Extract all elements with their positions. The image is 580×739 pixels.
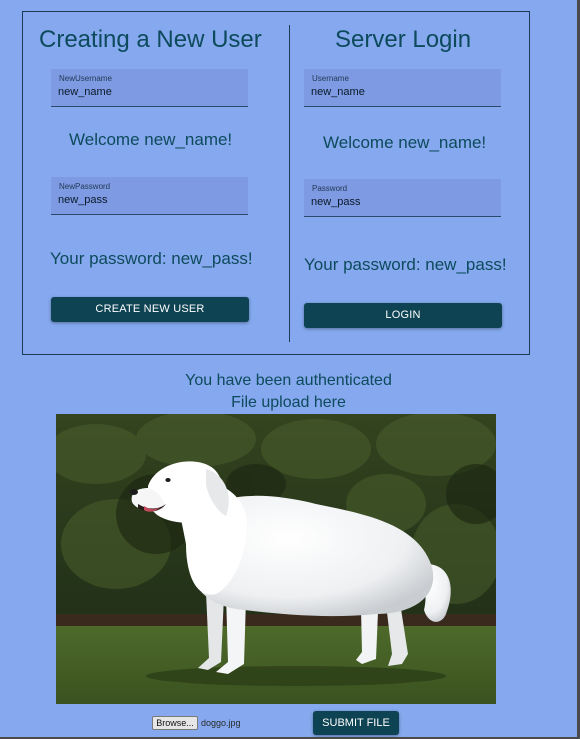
- username-label: Username: [312, 74, 349, 83]
- page-background: Creating a New User NewUsername Welcome …: [0, 0, 577, 737]
- new-password-field[interactable]: NewPassword: [51, 177, 248, 215]
- uploaded-dog-image: [56, 414, 496, 704]
- server-login-title: Server Login: [335, 26, 472, 53]
- selected-file-name: doggo.jpg: [201, 718, 241, 728]
- create-user-title: Creating a New User: [39, 26, 262, 53]
- password-input[interactable]: [311, 196, 491, 208]
- submit-file-button[interactable]: SUBMIT FILE: [313, 711, 399, 735]
- new-password-label: NewPassword: [59, 182, 111, 191]
- new-username-label: NewUsername: [59, 74, 112, 83]
- login-welcome-message: Welcome new_name!: [323, 133, 487, 152]
- auth-status-message: You have been authenticated: [185, 372, 392, 389]
- browse-button[interactable]: Browse...: [152, 716, 198, 730]
- login-password-message: Your password: new_pass!: [304, 255, 507, 274]
- new-username-field[interactable]: NewUsername: [51, 69, 248, 107]
- password-label: Password: [312, 184, 348, 193]
- new-username-input[interactable]: [58, 86, 238, 98]
- login-button[interactable]: LOGIN: [304, 303, 502, 328]
- username-field[interactable]: Username: [304, 69, 501, 107]
- new-password-input[interactable]: [58, 194, 238, 206]
- create-welcome-message: Welcome new_name!: [69, 130, 233, 149]
- panel-divider: [289, 25, 290, 342]
- upload-heading: File upload here: [231, 394, 346, 411]
- create-new-user-button[interactable]: CREATE NEW USER: [51, 297, 249, 322]
- username-input[interactable]: [311, 86, 491, 98]
- create-password-message: Your password: new_pass!: [50, 249, 253, 268]
- auth-panel: Creating a New User NewUsername Welcome …: [22, 11, 530, 355]
- password-field[interactable]: Password: [304, 179, 501, 217]
